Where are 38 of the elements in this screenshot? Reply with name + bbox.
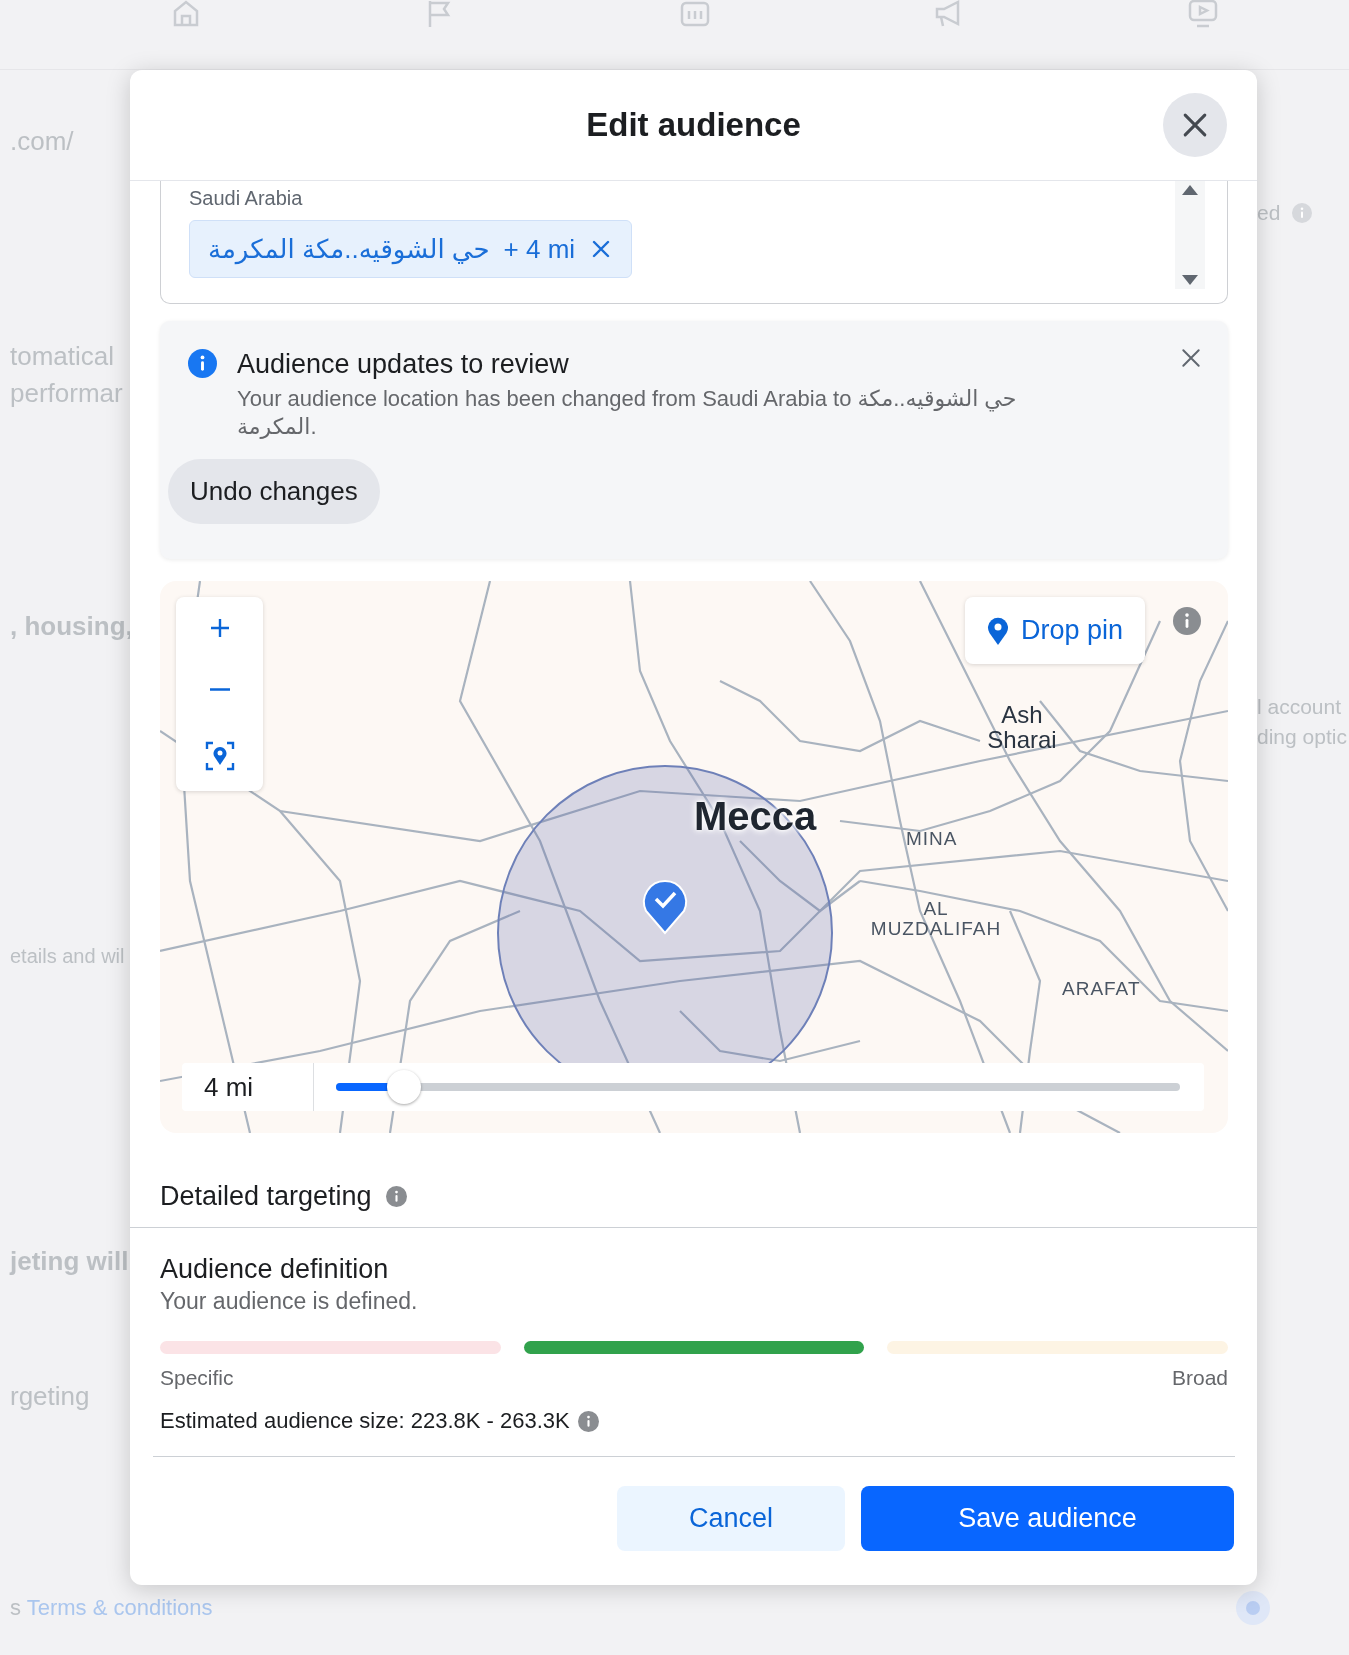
notice-message: Your audience location has been changed from Saudi Arabia to حي الشوقيه..مكة المكرمة.	[237, 385, 1018, 441]
map-label: AL MUZDALIFAH	[869, 899, 1003, 939]
slider-thumb[interactable]	[386, 1070, 421, 1104]
close-icon	[591, 239, 612, 259]
info-icon	[188, 349, 217, 378]
map-label: Ash Sharai	[986, 702, 1058, 753]
radius-text: + 4 mi	[503, 233, 576, 265]
info-icon	[1292, 203, 1313, 223]
location-name: حي الشوقيه..مكة المكرمة	[208, 233, 490, 265]
map-label: MINA	[906, 829, 958, 849]
radius-slider[interactable]	[336, 1070, 1180, 1104]
scroll-up-icon[interactable]	[1182, 185, 1198, 195]
info-icon[interactable]	[1173, 607, 1201, 635]
save-audience-button[interactable]: Save audience	[861, 1486, 1234, 1551]
check-pin-icon[interactable]	[643, 880, 687, 934]
pin-icon	[987, 616, 1009, 645]
info-icon[interactable]	[385, 1186, 407, 1207]
info-icon[interactable]	[577, 1410, 599, 1432]
section-title: Audience definition	[160, 1253, 390, 1286]
dialog-title: Edit audience	[586, 106, 801, 144]
close-icon	[1180, 347, 1202, 369]
field-label: Saudi Arabia	[189, 186, 303, 210]
drop-pin-button[interactable]: Drop pin	[965, 597, 1146, 664]
cancel-button[interactable]: Cancel	[617, 1486, 845, 1551]
location-pin-icon	[204, 740, 235, 771]
scale-label: Broad	[1171, 1366, 1228, 1390]
status-text: Your audience is defined.	[160, 1288, 419, 1315]
minus-icon	[209, 688, 230, 692]
section-title: Detailed targeting	[160, 1181, 372, 1212]
map-label: ARAFAT	[1062, 979, 1141, 999]
plus-icon	[208, 617, 231, 640]
audience-size-estimate: Estimated audience size: 223.8K - 263.3K	[160, 1408, 570, 1434]
notice-title: Audience updates to review	[237, 348, 570, 381]
undo-changes-button[interactable]: Undo changes	[168, 459, 380, 524]
scale-label: Specific	[160, 1366, 234, 1390]
close-icon	[1181, 111, 1209, 139]
radius-reading: 4 mi	[182, 1063, 314, 1111]
scroll-down-icon[interactable]	[1182, 275, 1198, 285]
